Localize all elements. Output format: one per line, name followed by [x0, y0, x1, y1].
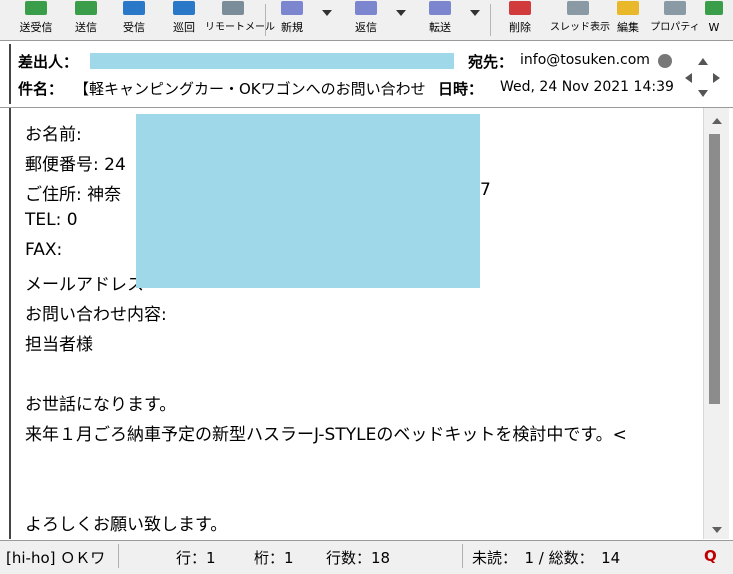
body-line: TEL: 0 — [25, 210, 78, 230]
send-button[interactable]: 送信 — [66, 0, 106, 40]
body-line: 郵便番号: 24 — [25, 155, 126, 175]
from-redaction — [90, 53, 454, 69]
status-bar: [hi-ho] ＯＫワ 行：1 桁：1 行数：18 未読： 1 / 総数： 14… — [0, 540, 733, 574]
status-separator — [118, 544, 119, 568]
body-line: よろしくお願い致します。 — [25, 515, 228, 535]
message-body[interactable]: お名前: 郵便番号: 24 ご住所: 神奈 TEL: 0 FAX: メールアドレ… — [9, 108, 705, 539]
date-label: 日時： — [438, 80, 484, 98]
subject-label: 件名： — [18, 80, 64, 98]
q-icon[interactable]: Q — [704, 547, 717, 565]
forward-dropdown-icon[interactable] — [470, 10, 480, 16]
toolbar-separator — [490, 4, 491, 36]
status-column: 桁：1 — [254, 549, 294, 567]
scrollbar-thumb[interactable] — [709, 134, 720, 404]
body-line: 来年１月ごろ納車予定の新型ハスラーJ-STYLEのベッドキットを検討中です。< — [25, 425, 627, 445]
send-receive-icon — [25, 1, 47, 15]
status-account: [hi-ho] ＯＫワ — [6, 549, 106, 567]
properties-button[interactable]: プロパティ — [650, 0, 700, 40]
body-line: FAX: — [25, 240, 63, 260]
from-label: 差出人： — [18, 53, 79, 71]
remote-mail-icon — [222, 1, 244, 15]
properties-icon — [664, 1, 686, 15]
new-mail-icon — [281, 1, 303, 15]
body-line: ご住所: 神奈 — [25, 185, 122, 205]
delete-button[interactable]: 削除 — [500, 0, 540, 40]
scroll-down-icon[interactable] — [712, 527, 722, 533]
extra-button[interactable]: W — [700, 0, 728, 40]
status-unread-total: 未読： 1 / 総数： 14 — [472, 549, 621, 567]
status-row: 行：1 — [176, 549, 216, 567]
body-line: お世話になります。 — [25, 395, 177, 415]
extra-icon — [705, 1, 723, 15]
previous-thread-icon[interactable] — [685, 73, 692, 83]
subject-value: 【軽キャンピングカー・OKワゴンへのお問い合わせ — [74, 80, 426, 98]
thread-view-icon — [567, 1, 589, 15]
add-contact-icon[interactable] — [658, 54, 672, 68]
to-value[interactable]: info@tosuken.com — [520, 52, 650, 68]
body-line: お名前: — [25, 125, 82, 145]
personal-info-redaction — [136, 114, 480, 288]
status-line-count: 行数：18 — [326, 549, 391, 567]
previous-message-icon[interactable] — [698, 58, 708, 65]
new-mail-button[interactable]: 新規 — [272, 0, 312, 40]
next-thread-icon[interactable] — [713, 73, 720, 83]
vertical-scrollbar[interactable] — [703, 108, 729, 539]
edit-button[interactable]: 編集 — [608, 0, 648, 40]
reply-button[interactable]: 返信 — [346, 0, 386, 40]
remote-mail-button[interactable]: リモートメール — [205, 0, 275, 40]
header-border — [9, 44, 11, 104]
toolbar: 送受信 送信 受信 巡回 リモートメール 新規 返信 転送 削除 スレッド表示 — [0, 0, 733, 41]
receive-button[interactable]: 受信 — [114, 0, 154, 40]
edit-icon — [617, 1, 639, 15]
patrol-button[interactable]: 巡回 — [164, 0, 204, 40]
forward-icon — [429, 1, 451, 15]
next-message-icon[interactable] — [698, 90, 708, 97]
reply-dropdown-icon[interactable] — [396, 10, 406, 16]
reply-icon — [355, 1, 377, 15]
message-navigation — [683, 56, 723, 100]
delete-icon — [509, 1, 531, 15]
body-line: 担当者様 — [25, 335, 93, 355]
body-line: お問い合わせ内容: — [25, 305, 167, 325]
to-label: 宛先： — [468, 53, 514, 71]
send-receive-button[interactable]: 送受信 — [14, 0, 58, 40]
receive-icon — [123, 1, 145, 15]
status-separator — [462, 544, 463, 568]
send-icon — [75, 1, 97, 15]
body-line: メールアドレス — [25, 275, 144, 295]
thread-view-button[interactable]: スレッド表示 — [550, 0, 610, 40]
new-mail-dropdown-icon[interactable] — [322, 10, 332, 16]
address-tail: 7 — [480, 180, 491, 200]
date-value: Wed, 24 Nov 2021 14:39 — [500, 79, 674, 95]
toolbar-separator — [265, 4, 266, 36]
scroll-up-icon[interactable] — [712, 118, 722, 124]
patrol-icon — [173, 1, 195, 15]
forward-button[interactable]: 転送 — [420, 0, 460, 40]
